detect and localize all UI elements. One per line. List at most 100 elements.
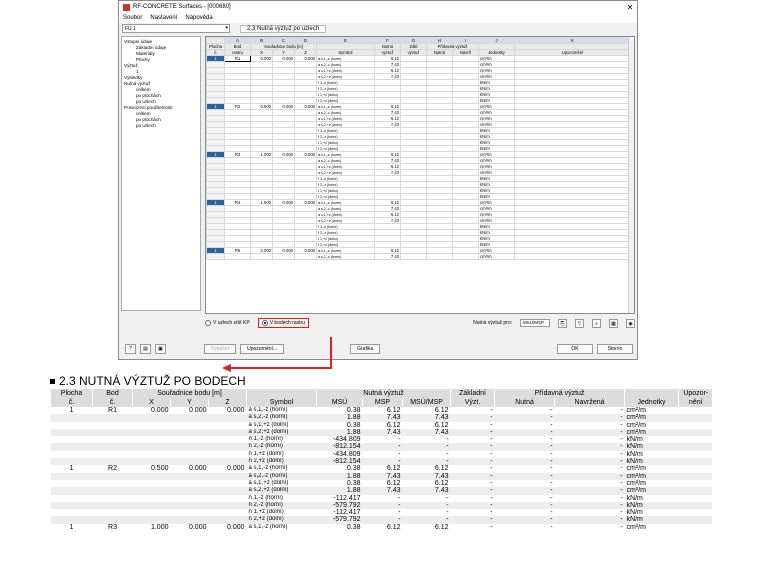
p-msumsp: - bbox=[402, 516, 451, 524]
p-unit: kN/m bbox=[626, 450, 643, 458]
printout-row: 1 R2 0.500 0.000 0.000 a s,1,-z (horní) 0.38 6.… bbox=[51, 465, 713, 472]
radio-fe-nodes[interactable]: V uzlech sítě KP bbox=[205, 320, 250, 326]
p-plocha bbox=[50, 458, 93, 466]
cancel-button[interactable]: Storno bbox=[597, 344, 633, 354]
p-x bbox=[132, 458, 171, 466]
p-plocha: 1 bbox=[69, 523, 74, 531]
calculate-button[interactable]: Výpočet bbox=[204, 344, 237, 354]
ph2-x: X bbox=[132, 398, 171, 407]
p-warn bbox=[678, 487, 712, 495]
help-icon[interactable]: ? bbox=[125, 344, 136, 354]
p-z bbox=[209, 480, 247, 487]
graphics-button[interactable]: Grafika bbox=[350, 344, 381, 354]
grid-empty[interactable] bbox=[250, 253, 273, 260]
p-basic: - bbox=[450, 443, 495, 451]
menu-help[interactable]: Nápověda bbox=[185, 15, 212, 21]
p-unit: cm²/m bbox=[624, 428, 679, 437]
ph-blank2 bbox=[624, 389, 679, 398]
p-warn bbox=[678, 458, 712, 466]
grid-empty[interactable] bbox=[294, 253, 317, 260]
p-navrzena: - bbox=[554, 414, 625, 422]
case-select-value: FÚ 1 bbox=[125, 25, 136, 32]
p-x bbox=[133, 436, 171, 443]
grid-navrh[interactable] bbox=[452, 253, 479, 260]
p-basic: - bbox=[450, 428, 495, 437]
printout-row: 1 R1 0.000 0.000 0.000 a s,1,-z (horní) 0.38 6.… bbox=[51, 407, 713, 414]
grid-required[interactable]: 7.43 bbox=[374, 253, 401, 260]
p-z bbox=[208, 443, 247, 451]
window-title: RF-CONCRETE Surfaces - [000680] bbox=[133, 4, 231, 10]
p-msumsp: 6.12 bbox=[434, 421, 449, 429]
menu-settings[interactable]: Nastavení bbox=[150, 15, 177, 21]
p-z bbox=[208, 487, 247, 495]
p-symbol: a s,1,-z (horní) bbox=[248, 465, 288, 472]
p-msp: 7.43 bbox=[362, 428, 403, 437]
grid-row[interactable]: a s,2,-z (horní) 7.43 cm²/m bbox=[206, 253, 631, 260]
p-msumsp: 7.43 bbox=[402, 487, 451, 495]
eye-icon[interactable]: ◉ bbox=[626, 318, 635, 328]
print-preview-icon[interactable]: ▣ bbox=[155, 344, 166, 354]
nav-item[interactable]: po uzlech bbox=[124, 123, 198, 129]
p-navrzena: - bbox=[620, 407, 623, 414]
p-nutna: - bbox=[550, 436, 553, 444]
p-msp: - bbox=[362, 443, 403, 451]
grid-symbol[interactable]: a s,2,-z (horní) bbox=[316, 253, 375, 260]
ph2-symbol: Symbol bbox=[246, 398, 317, 407]
warnings-button[interactable]: Upozornění... bbox=[240, 344, 285, 354]
table-icon[interactable]: ▦ bbox=[609, 318, 618, 328]
p-msu: 0.38 bbox=[346, 479, 361, 487]
p-msumsp: - bbox=[402, 443, 451, 451]
p-msp: 6.12 bbox=[386, 479, 401, 487]
export-icon[interactable]: ⎘ bbox=[558, 318, 567, 328]
p-x bbox=[133, 509, 171, 516]
ph2-vyzt: Výzt. bbox=[450, 398, 495, 407]
annotation-arrow-icon bbox=[222, 364, 231, 372]
p-msumsp: 6.12 bbox=[434, 479, 449, 487]
grid-unit[interactable]: cm²/m bbox=[478, 253, 515, 260]
p-x bbox=[132, 501, 171, 510]
annotation-line-horizontal bbox=[230, 367, 332, 369]
printout-row: n 2,-z (horní) -579.792- - - - - kN/m bbox=[50, 501, 712, 510]
menu-file[interactable]: Soubor bbox=[123, 15, 142, 21]
p-symbol: a s,2,+z (dolní) bbox=[246, 487, 317, 495]
grid-basic[interactable] bbox=[400, 253, 427, 260]
p-unit: cm²/m bbox=[626, 523, 646, 531]
radio-grid-points[interactable]: V bodech rastru bbox=[257, 318, 309, 328]
p-msu: -434.809 bbox=[332, 450, 361, 458]
radio-fe-nodes-dot bbox=[205, 320, 211, 326]
p-basic: - bbox=[450, 487, 495, 495]
grid-empty[interactable] bbox=[224, 253, 251, 260]
p-symbol: n 1,-z (horní) bbox=[248, 494, 283, 501]
case-select[interactable]: FÚ 1 ▾ bbox=[122, 24, 230, 33]
p-msu: -112.417 bbox=[333, 494, 361, 502]
p-nutna: - bbox=[550, 407, 553, 414]
p-y: 0.000 bbox=[188, 523, 207, 531]
close-icon[interactable]: ✕ bbox=[623, 3, 637, 12]
p-x bbox=[132, 428, 171, 437]
reinf-for-select[interactable]: MSÚ/MSP bbox=[520, 319, 550, 327]
grid-warning[interactable] bbox=[514, 253, 631, 260]
ph2-units: Jednotky bbox=[624, 398, 679, 407]
p-msu: 0.38 bbox=[346, 465, 361, 473]
p-navrzena: - bbox=[554, 516, 625, 524]
p-navrzena: - bbox=[554, 487, 625, 495]
print-icon[interactable]: ▤ bbox=[140, 344, 151, 354]
ok-button[interactable]: OK bbox=[557, 344, 593, 354]
p-y bbox=[170, 516, 209, 524]
p-bod bbox=[92, 458, 133, 466]
p-msumsp: - bbox=[446, 494, 449, 502]
p-unit: kN/m bbox=[624, 501, 679, 510]
p-z bbox=[208, 516, 247, 524]
magnifier-icon[interactable]: ⌕ bbox=[592, 318, 601, 328]
p-msu: -112.417 bbox=[333, 509, 361, 517]
filter-icon[interactable]: ▽ bbox=[575, 318, 584, 328]
p-warn bbox=[678, 428, 712, 437]
p-bod bbox=[93, 509, 133, 516]
vertical-scrollbar[interactable] bbox=[628, 37, 634, 313]
grid-nutna[interactable] bbox=[426, 253, 453, 260]
p-symbol: a s,1,-z (horní) bbox=[248, 407, 288, 413]
grid-empty[interactable] bbox=[206, 253, 225, 260]
grid-empty[interactable] bbox=[272, 253, 295, 260]
p-basic: - bbox=[490, 436, 493, 444]
p-z bbox=[209, 436, 247, 443]
